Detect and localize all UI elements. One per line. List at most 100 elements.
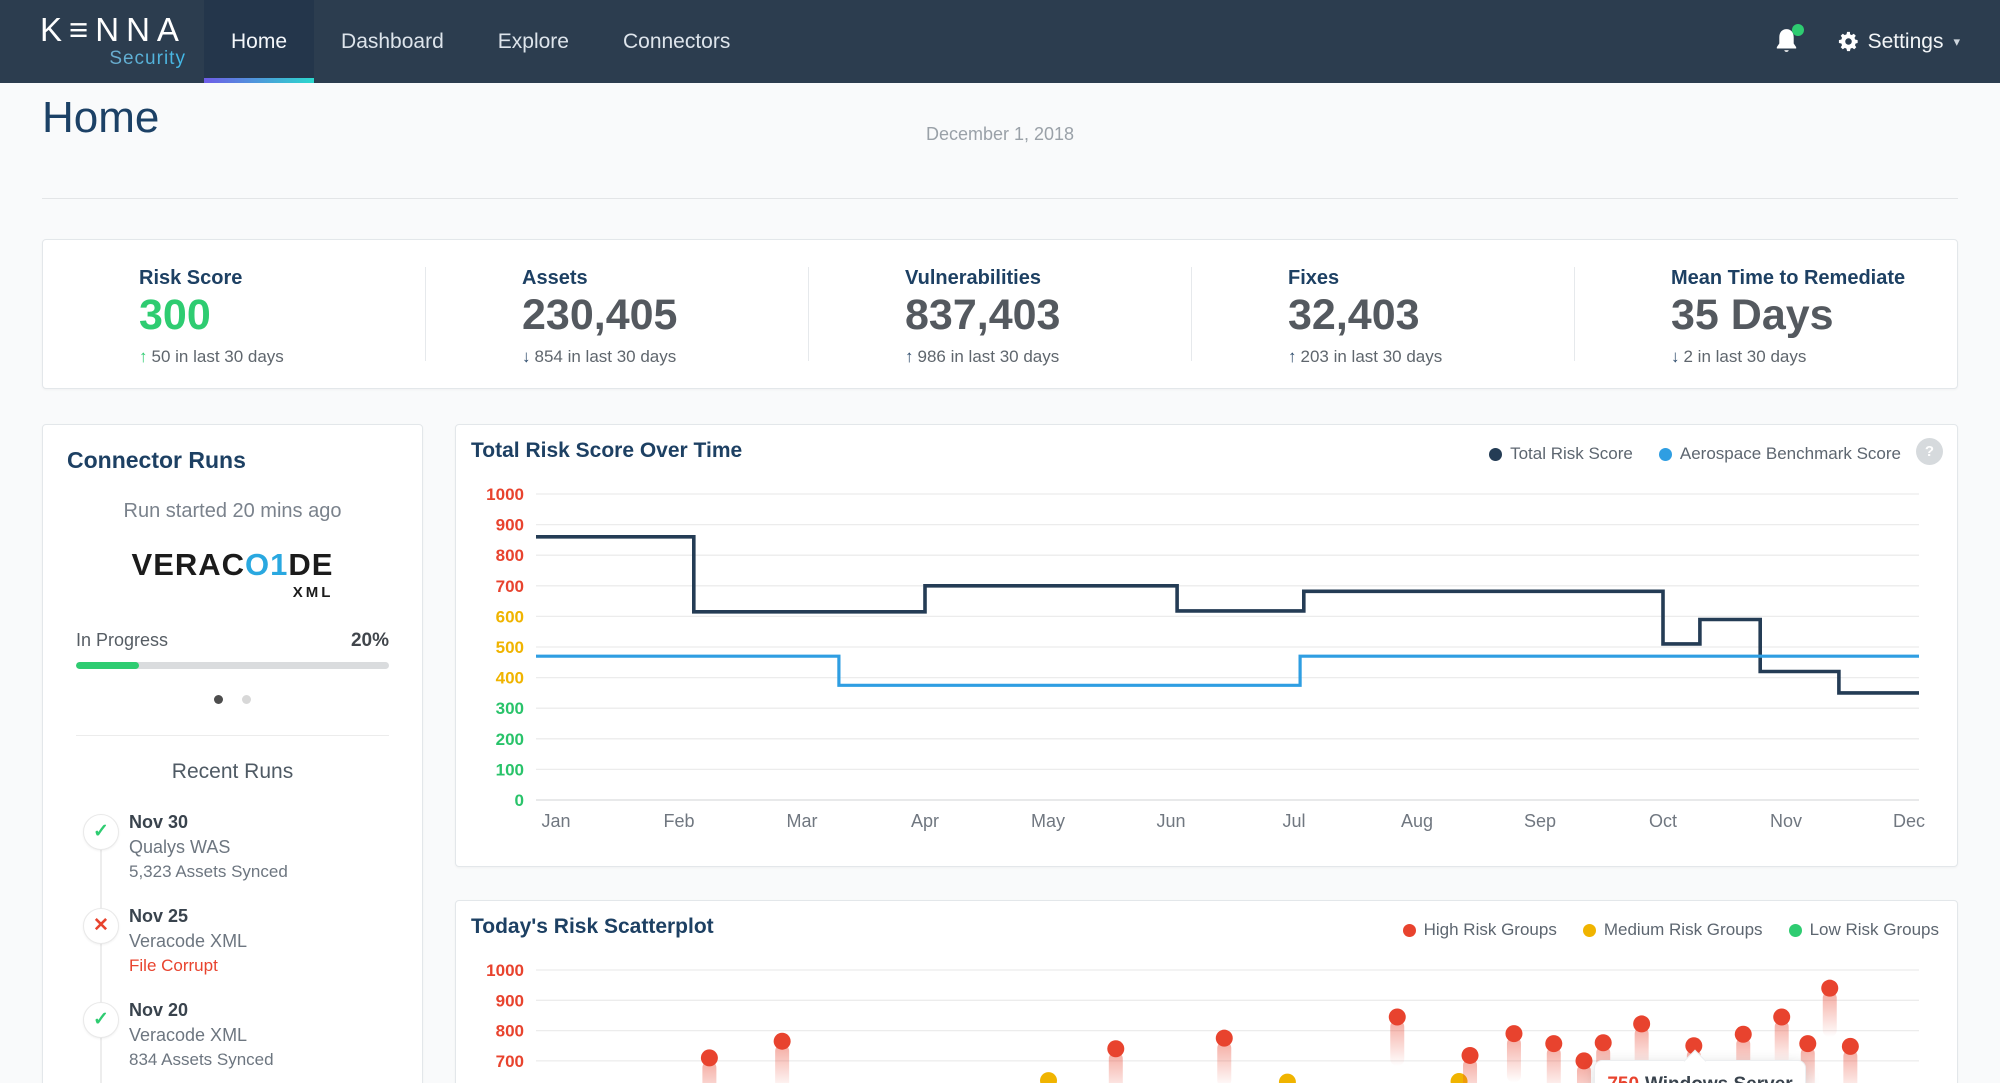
success-check-icon: ✓ bbox=[83, 814, 119, 850]
stat-value: 230,405 bbox=[522, 292, 808, 339]
scatter-point-high bbox=[1735, 1026, 1752, 1043]
legend-dot-blue bbox=[1659, 448, 1672, 461]
legend-item-high-risk[interactable]: High Risk Groups bbox=[1403, 920, 1557, 940]
nav-tab-home[interactable]: Home bbox=[204, 0, 314, 83]
trend-up-icon: ↑ bbox=[905, 347, 914, 366]
scatter-point-trail bbox=[1823, 991, 1837, 1037]
total-risk-score-chart-card: Total Risk Score Over Time Total Risk Sc… bbox=[455, 424, 1958, 867]
recent-runs-title: Recent Runs bbox=[43, 760, 422, 784]
legend-item-total-risk-score[interactable]: Total Risk Score bbox=[1489, 444, 1633, 464]
scatter-point-high bbox=[1545, 1035, 1562, 1052]
stat-risk-score: Risk Score 300 ↑50 in last 30 days bbox=[43, 267, 425, 361]
brand-logo[interactable]: K≡NNA Security bbox=[40, 11, 186, 70]
scatter-chart-title: Today's Risk Scatterplot bbox=[471, 915, 714, 939]
veracode-logo: VERACO1DE bbox=[132, 547, 334, 583]
y-axis-tick: 100 bbox=[496, 760, 524, 779]
scatter-point-high bbox=[774, 1033, 791, 1050]
run-item-nov-25[interactable]: ✕ Nov 25 Veracode XML File Corrupt bbox=[43, 894, 422, 988]
stat-value: 35 Days bbox=[1671, 292, 1957, 339]
legend-label: Total Risk Score bbox=[1510, 444, 1633, 464]
settings-menu[interactable]: Settings ▾ bbox=[1837, 30, 1960, 54]
legend-item-low-risk[interactable]: Low Risk Groups bbox=[1789, 920, 1939, 940]
scatter-point-high bbox=[1107, 1040, 1124, 1057]
scatter-point-high bbox=[1633, 1015, 1650, 1032]
scatter-point-high bbox=[1575, 1052, 1592, 1069]
line-chart-legend: Total Risk Score Aerospace Benchmark Sco… bbox=[1489, 444, 1901, 464]
scatter-chart-legend: High Risk Groups Medium Risk Groups Low … bbox=[1403, 920, 1939, 940]
brand-title: K≡NNA bbox=[40, 11, 186, 48]
x-axis-tick: Jun bbox=[1156, 811, 1185, 831]
nav-tab-dashboard-label: Dashboard bbox=[341, 30, 444, 53]
carousel-dot[interactable] bbox=[242, 695, 251, 704]
scatter-point-high bbox=[1842, 1038, 1859, 1055]
run-connector-name: Veracode XML bbox=[129, 931, 412, 952]
notifications-button[interactable] bbox=[1773, 27, 1801, 57]
run-detail: 5,323 Assets Synced bbox=[129, 862, 412, 882]
legend-label: Aerospace Benchmark Score bbox=[1680, 444, 1901, 464]
nav-tab-dashboard[interactable]: Dashboard bbox=[314, 0, 471, 83]
legend-label: Medium Risk Groups bbox=[1604, 920, 1763, 940]
progress-bar-fill bbox=[76, 662, 139, 669]
progress-percent: 20% bbox=[351, 630, 389, 652]
help-icon[interactable]: ? bbox=[1916, 438, 1943, 465]
chart-line-benchmark-score bbox=[536, 656, 1919, 685]
nav-tab-connectors-label: Connectors bbox=[623, 30, 730, 53]
nav-tab-explore[interactable]: Explore bbox=[471, 0, 596, 83]
y-axis-tick: 700 bbox=[496, 1052, 524, 1071]
y-axis-tick: 0 bbox=[515, 791, 524, 810]
divider bbox=[76, 735, 389, 736]
run-item-nov-20[interactable]: ✓ Nov 20 Veracode XML 834 Assets Synced bbox=[43, 988, 422, 1082]
progress-row: In Progress 20% bbox=[76, 630, 389, 652]
stat-label: Vulnerabilities bbox=[905, 267, 1191, 290]
y-axis-tick: 400 bbox=[496, 669, 524, 688]
legend-dot-navy bbox=[1489, 448, 1502, 461]
kenna-security-home-page: { "nav": { "brand": { "title": "K≡NNA", … bbox=[0, 0, 2000, 1083]
y-axis-tick: 1000 bbox=[486, 485, 524, 504]
run-item-nov-30[interactable]: ✓ Nov 30 Qualys WAS 5,323 Assets Synced bbox=[43, 800, 422, 894]
x-axis-tick: Sep bbox=[1524, 811, 1556, 831]
scatter-point-high bbox=[1821, 980, 1838, 997]
trend-up-icon: ↑ bbox=[1288, 347, 1297, 366]
x-axis-tick: Feb bbox=[663, 811, 694, 831]
y-axis-tick: 300 bbox=[496, 699, 524, 718]
nav-right: Settings ▾ bbox=[1773, 0, 1960, 83]
run-connector-name: Veracode XML bbox=[129, 1025, 412, 1046]
caret-down-icon: ▾ bbox=[1953, 34, 1960, 50]
risk-scatterplot-card: Today's Risk Scatterplot High Risk Group… bbox=[455, 900, 1958, 1083]
scatter-point-trail bbox=[1507, 1037, 1521, 1083]
x-axis-tick: Aug bbox=[1401, 811, 1433, 831]
carousel-dot-active[interactable] bbox=[214, 695, 223, 704]
stat-value: 32,403 bbox=[1288, 292, 1574, 339]
stat-vulnerabilities: Vulnerabilities 837,403 ↑986 in last 30 … bbox=[808, 267, 1191, 361]
nav-tab-connectors[interactable]: Connectors bbox=[596, 0, 757, 83]
scatter-point-high bbox=[701, 1049, 718, 1066]
run-date: Nov 30 bbox=[129, 812, 412, 833]
x-axis-tick: Oct bbox=[1649, 811, 1677, 831]
legend-dot-yellow bbox=[1583, 924, 1596, 937]
progress-status-label: In Progress bbox=[76, 630, 168, 651]
scatter-point-high bbox=[1773, 1008, 1790, 1025]
run-date: Nov 20 bbox=[129, 1000, 412, 1021]
recent-runs-timeline: ✓ Nov 30 Qualys WAS 5,323 Assets Synced … bbox=[43, 800, 422, 1083]
scatter-point-medium bbox=[1040, 1072, 1057, 1083]
y-axis-tick: 900 bbox=[496, 991, 524, 1010]
scatter-point-trail bbox=[1390, 1020, 1404, 1066]
legend-item-medium-risk[interactable]: Medium Risk Groups bbox=[1583, 920, 1763, 940]
progress-bar bbox=[76, 662, 389, 669]
legend-item-benchmark-score[interactable]: Aerospace Benchmark Score bbox=[1659, 444, 1901, 464]
stat-delta-text: 2 in last 30 days bbox=[1684, 347, 1807, 366]
stat-mean-time-to-remediate: Mean Time to Remediate 35 Days ↓2 in las… bbox=[1574, 267, 1957, 361]
error-x-icon: ✕ bbox=[83, 908, 119, 944]
brand-subtitle: Security bbox=[40, 48, 186, 70]
y-axis-tick: 800 bbox=[496, 1022, 524, 1041]
y-axis-tick: 1000 bbox=[486, 961, 524, 980]
page-title: Home bbox=[42, 93, 159, 143]
stat-delta-text: 854 in last 30 days bbox=[535, 347, 677, 366]
line-chart-title: Total Risk Score Over Time bbox=[471, 439, 742, 463]
stat-delta-text: 50 in last 30 days bbox=[152, 347, 284, 366]
header-divider bbox=[42, 198, 1958, 199]
connector-run-status: Run started 20 mins ago bbox=[43, 500, 422, 523]
y-axis-tick: 700 bbox=[496, 577, 524, 596]
x-axis-tick: Apr bbox=[911, 811, 939, 831]
scatter-point-high bbox=[1216, 1030, 1233, 1047]
